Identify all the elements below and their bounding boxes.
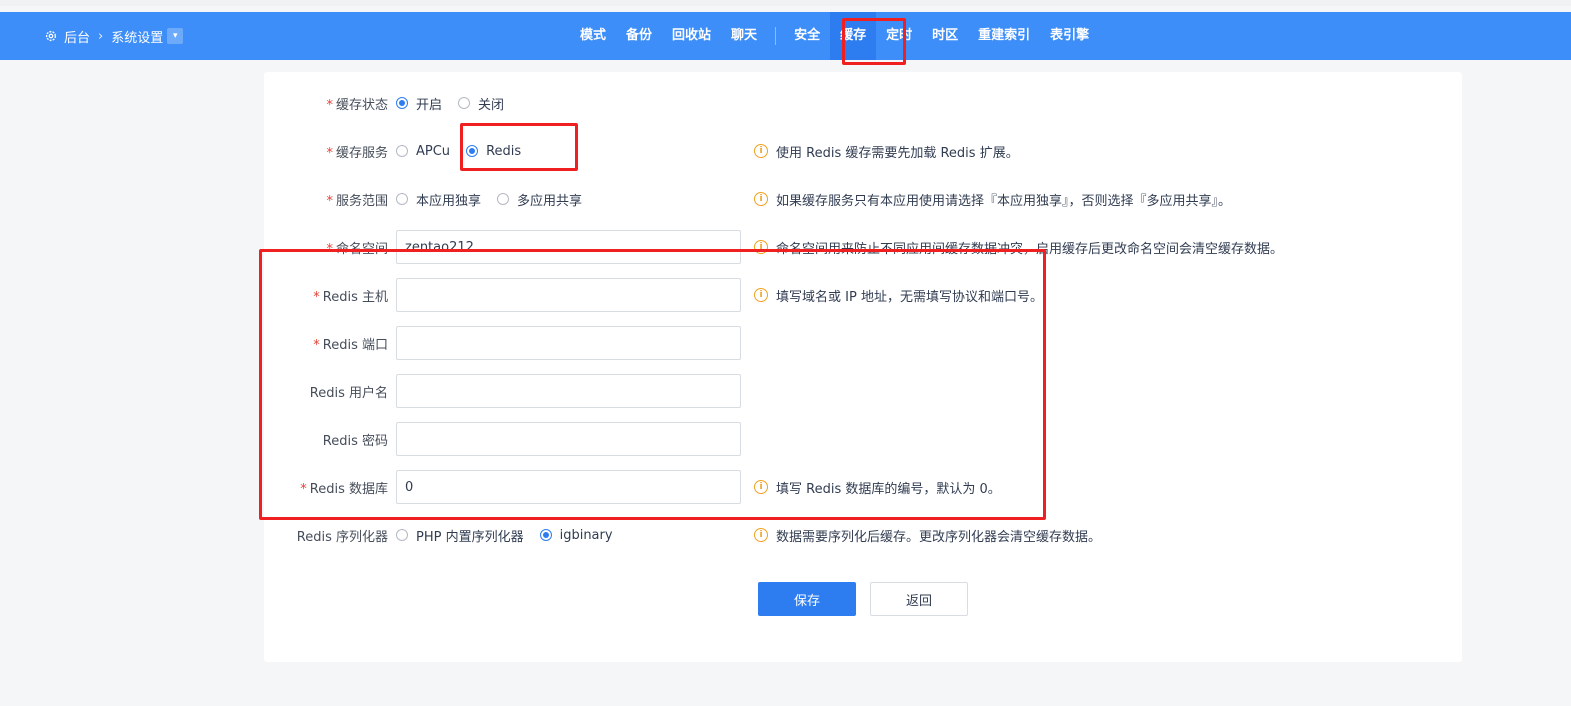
- info-icon: i: [754, 144, 768, 158]
- row-scope: * 服务范围 本应用独享 多应用共享 i 如果缓存服务只有本应用使用请选择『本应用独…: [264, 182, 1462, 216]
- redis-password-input[interactable]: [396, 422, 741, 456]
- radio-scope-shared[interactable]: 多应用共享: [497, 190, 582, 209]
- breadcrumb-root[interactable]: 后台: [64, 27, 90, 46]
- menu-item-mode[interactable]: 模式: [570, 12, 616, 60]
- gear-icon: [45, 30, 57, 42]
- label-redis-password: Redis 密码: [322, 433, 388, 449]
- radio-cache-on[interactable]: 开启: [396, 94, 442, 113]
- menu-item-backup[interactable]: 备份: [616, 12, 662, 60]
- menu-item-timezone[interactable]: 时区: [922, 12, 968, 60]
- chevron-right-icon: ›: [98, 28, 104, 44]
- row-redis-port: * Redis 端口: [264, 326, 1462, 360]
- redis-port-input[interactable]: [396, 326, 741, 360]
- top-navbar: 后台 › 系统设置 ▾ 模式 备份 回收站 聊天 安全 缓存 定时 时区 重建索…: [0, 12, 1571, 60]
- menu-item-table-engine[interactable]: 表引擎: [1040, 12, 1099, 60]
- label-namespace: * 命名空间: [326, 241, 388, 257]
- info-icon: i: [754, 240, 768, 254]
- info-icon: i: [754, 288, 768, 302]
- row-cache-status: * 缓存状态 开启 关闭: [264, 86, 1462, 120]
- tip-cache-service: i 使用 Redis 缓存需要先加载 Redis 扩展。: [754, 142, 1019, 161]
- label-redis-port: * Redis 端口: [313, 337, 388, 353]
- tip-redis-host: i 填写域名或 IP 地址，无需填写协议和端口号。: [754, 286, 1043, 305]
- row-redis-password: Redis 密码: [264, 422, 1462, 456]
- redis-host-input[interactable]: [396, 278, 741, 312]
- radio-service-apcu[interactable]: APCu: [396, 144, 450, 159]
- row-cache-service: * 缓存服务 APCu Redis i 使用 Redis 缓存需要先加载 Redis…: [264, 134, 1462, 168]
- tip-scope: i 如果缓存服务只有本应用使用请选择『本应用独享』，否则选择『多应用共享』。: [754, 190, 1231, 209]
- chevron-down-icon[interactable]: ▾: [167, 28, 184, 44]
- radio-serializer-igbinary[interactable]: igbinary: [539, 528, 613, 543]
- label-redis-db: * Redis 数据库: [300, 481, 388, 497]
- radio-cache-off[interactable]: 关闭: [458, 94, 504, 113]
- label-redis-host: * Redis 主机: [313, 289, 388, 305]
- save-button[interactable]: 保存: [758, 582, 856, 616]
- cache-settings-panel: * 缓存状态 开启 关闭 * 缓存服务 APCu Redis i 使用 Redis 缓…: [264, 72, 1462, 662]
- menu-item-trash[interactable]: 回收站: [662, 12, 721, 60]
- row-redis-host: * Redis 主机 i 填写域名或 IP 地址，无需填写协议和端口号。: [264, 278, 1462, 312]
- redis-db-input[interactable]: [396, 470, 741, 504]
- row-serializer: Redis 序列化器 PHP 内置序列化器 igbinary i 数据需要序列化后…: [264, 518, 1462, 552]
- info-icon: i: [754, 528, 768, 542]
- back-button[interactable]: 返回: [870, 582, 968, 616]
- tip-serializer: i 数据需要序列化后缓存。更改序列化器会清空缓存数据。: [754, 526, 1101, 545]
- redis-user-input[interactable]: [396, 374, 741, 408]
- tip-redis-db: i 填写 Redis 数据库的编号，默认为 0。: [754, 478, 1001, 497]
- info-icon: i: [754, 480, 768, 494]
- radio-service-redis[interactable]: Redis: [466, 144, 521, 159]
- menu-item-cache[interactable]: 缓存: [830, 12, 877, 60]
- label-scope: * 服务范围: [326, 193, 388, 209]
- tip-namespace: i 命名空间用来防止不同应用间缓存数据冲突，启用缓存后更改命名空间会清空缓存数据。: [754, 238, 1283, 257]
- breadcrumb: 后台 › 系统设置 ▾: [44, 12, 184, 60]
- row-namespace: *命名空间 i命名空间用来防止不同应用间缓存数据冲突，启用缓存后更改命名空间会清…: [264, 230, 1462, 264]
- radio-serializer-php[interactable]: PHP 内置序列化器: [396, 526, 524, 545]
- namespace-input[interactable]: [396, 230, 741, 264]
- settings-menu: 模式 备份 回收站 聊天 安全 缓存 定时 时区 重建索引 表引擎: [570, 12, 1099, 60]
- label-cache-service: * 缓存服务: [326, 145, 388, 161]
- label-cache-status: * 缓存状态: [326, 97, 388, 113]
- row-redis-db: *Redis 数据库 i填写 Redis 数据库的编号，默认为 0。: [264, 470, 1462, 504]
- row-redis-user: Redis 用户名: [264, 374, 1462, 408]
- label-serializer: Redis 序列化器: [296, 529, 388, 545]
- info-icon: i: [754, 192, 768, 206]
- label-redis-user: Redis 用户名: [309, 385, 388, 401]
- menu-item-security[interactable]: 安全: [784, 12, 830, 60]
- menu-item-cron[interactable]: 定时: [876, 12, 922, 60]
- menu-item-reindex[interactable]: 重建索引: [968, 12, 1040, 60]
- radio-scope-exclusive[interactable]: 本应用独享: [396, 190, 481, 209]
- breadcrumb-current[interactable]: 系统设置: [111, 27, 163, 46]
- menu-divider: [775, 27, 777, 45]
- menu-item-chat[interactable]: 聊天: [721, 12, 767, 60]
- top-strip: [0, 0, 1571, 6]
